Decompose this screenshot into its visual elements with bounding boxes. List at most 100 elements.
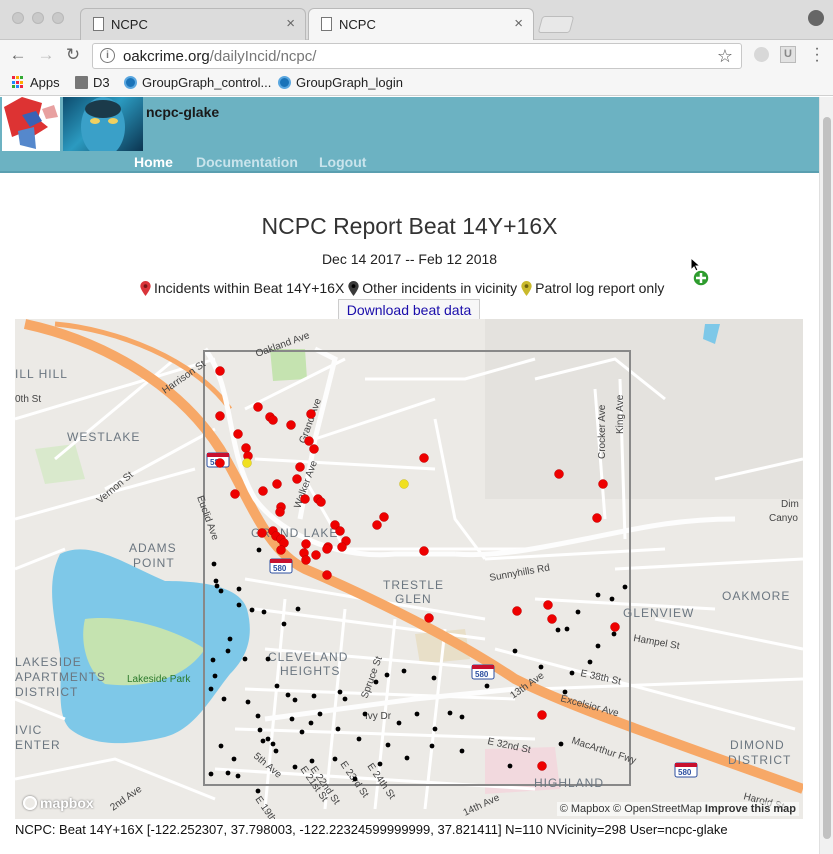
beat-incident-marker[interactable] [301,539,311,549]
vicinity-incident-marker[interactable] [256,547,262,553]
vicinity-incident-marker[interactable] [292,697,298,703]
vicinity-incident-marker[interactable] [429,743,435,749]
vicinity-incident-marker[interactable] [377,761,383,767]
nav-logout[interactable]: Logout [319,154,366,170]
mapbox-logo[interactable]: mapbox [23,795,94,811]
vicinity-incident-marker[interactable] [309,758,315,764]
beat-incident-marker[interactable] [316,497,326,507]
incident-map[interactable]: ILL HILL WESTLAKE ADAMS POINT GRAND LAKE… [15,319,803,819]
beat-incident-marker[interactable] [272,479,282,489]
vicinity-incident-marker[interactable] [373,679,379,685]
vicinity-incident-marker[interactable] [595,643,601,649]
vicinity-incident-marker[interactable] [208,686,214,692]
vicinity-incident-marker[interactable] [265,736,271,742]
vicinity-incident-marker[interactable] [225,770,231,776]
vicinity-incident-marker[interactable] [281,621,287,627]
beat-incident-marker[interactable] [276,545,286,555]
vicinity-incident-marker[interactable] [227,636,233,642]
beat-incident-marker[interactable] [598,479,608,489]
minimize-window-icon[interactable] [32,12,44,24]
vicinity-incident-marker[interactable] [337,689,343,695]
vicinity-incident-marker[interactable] [265,656,271,662]
vicinity-incident-marker[interactable] [562,689,568,695]
beat-incident-marker[interactable] [295,462,305,472]
vicinity-incident-marker[interactable] [299,729,305,735]
vicinity-incident-marker[interactable] [255,788,261,794]
vicinity-incident-marker[interactable] [512,648,518,654]
beat-incident-marker[interactable] [322,570,332,580]
reload-icon[interactable]: ↻ [63,45,83,65]
beat-incident-marker[interactable] [322,544,332,554]
vicinity-incident-marker[interactable] [221,696,227,702]
beat-incident-marker[interactable] [286,420,296,430]
vicinity-incident-marker[interactable] [396,720,402,726]
avatar[interactable] [63,97,143,151]
beat-incident-marker[interactable] [424,613,434,623]
beat-incident-marker[interactable] [301,555,311,565]
vicinity-incident-marker[interactable] [558,741,564,747]
vicinity-incident-marker[interactable] [218,588,224,594]
vicinity-incident-marker[interactable] [401,668,407,674]
vicinity-incident-marker[interactable] [249,607,255,613]
vicinity-incident-marker[interactable] [447,710,453,716]
beat-incident-marker[interactable] [379,512,389,522]
beat-incident-marker[interactable] [311,550,321,560]
vicinity-incident-marker[interactable] [295,606,301,612]
vicinity-incident-marker[interactable] [260,738,266,744]
page-scrollbar[interactable] [819,97,833,854]
vicinity-incident-marker[interactable] [587,659,593,665]
vicinity-incident-marker[interactable] [555,627,561,633]
vicinity-incident-marker[interactable] [317,711,323,717]
beat-incident-marker[interactable] [233,429,243,439]
bookmark-star-icon[interactable]: ☆ [717,46,733,67]
extension-icon[interactable] [754,47,769,62]
vicinity-incident-marker[interactable] [242,656,248,662]
beat-incident-marker[interactable] [554,469,564,479]
beat-incident-marker[interactable] [610,622,620,632]
vicinity-incident-marker[interactable] [311,693,317,699]
vicinity-incident-marker[interactable] [342,696,348,702]
vicinity-incident-marker[interactable] [218,743,224,749]
scrollbar-thumb[interactable] [823,117,831,839]
vicinity-incident-marker[interactable] [231,756,237,762]
vicinity-incident-marker[interactable] [210,657,216,663]
vicinity-incident-marker[interactable] [270,741,276,747]
beat-incident-marker[interactable] [306,409,316,419]
beat-incident-marker[interactable] [300,494,310,504]
vicinity-incident-marker[interactable] [384,672,390,678]
improve-map-link[interactable]: Improve this map [705,803,796,815]
close-tab-icon[interactable]: × [286,15,295,32]
beat-incident-marker[interactable] [215,458,225,468]
bookmark-d3[interactable]: D3 [75,75,110,90]
beat-incident-marker[interactable] [253,402,263,412]
vicinity-incident-marker[interactable] [332,756,338,762]
beat-incident-marker[interactable] [512,606,522,616]
new-tab-button[interactable] [537,16,575,33]
vicinity-incident-marker[interactable] [273,748,279,754]
patrol-report-marker[interactable] [399,479,409,489]
vicinity-incident-marker[interactable] [235,773,241,779]
nav-home[interactable]: Home [134,154,173,170]
beat-incident-marker[interactable] [230,489,240,499]
vicinity-incident-marker[interactable] [459,714,465,720]
vicinity-incident-marker[interactable] [595,592,601,598]
vicinity-incident-marker[interactable] [414,711,420,717]
vicinity-incident-marker[interactable] [255,713,261,719]
vicinity-incident-marker[interactable] [609,596,615,602]
vicinity-incident-marker[interactable] [214,583,220,589]
zoom-window-icon[interactable] [52,12,64,24]
vicinity-incident-marker[interactable] [225,648,231,654]
back-arrow-icon[interactable]: ← [8,45,28,65]
beat-incident-marker[interactable] [268,415,278,425]
download-beat-data-button[interactable]: Download beat data [338,299,480,321]
beat-incident-marker[interactable] [275,507,285,517]
vicinity-incident-marker[interactable] [292,764,298,770]
beat-incident-marker[interactable] [335,526,345,536]
vicinity-incident-marker[interactable] [622,584,628,590]
vicinity-incident-marker[interactable] [236,602,242,608]
vicinity-incident-marker[interactable] [208,771,214,777]
vicinity-incident-marker[interactable] [507,763,513,769]
vicinity-incident-marker[interactable] [274,683,280,689]
vicinity-incident-marker[interactable] [459,748,465,754]
vicinity-incident-marker[interactable] [484,683,490,689]
